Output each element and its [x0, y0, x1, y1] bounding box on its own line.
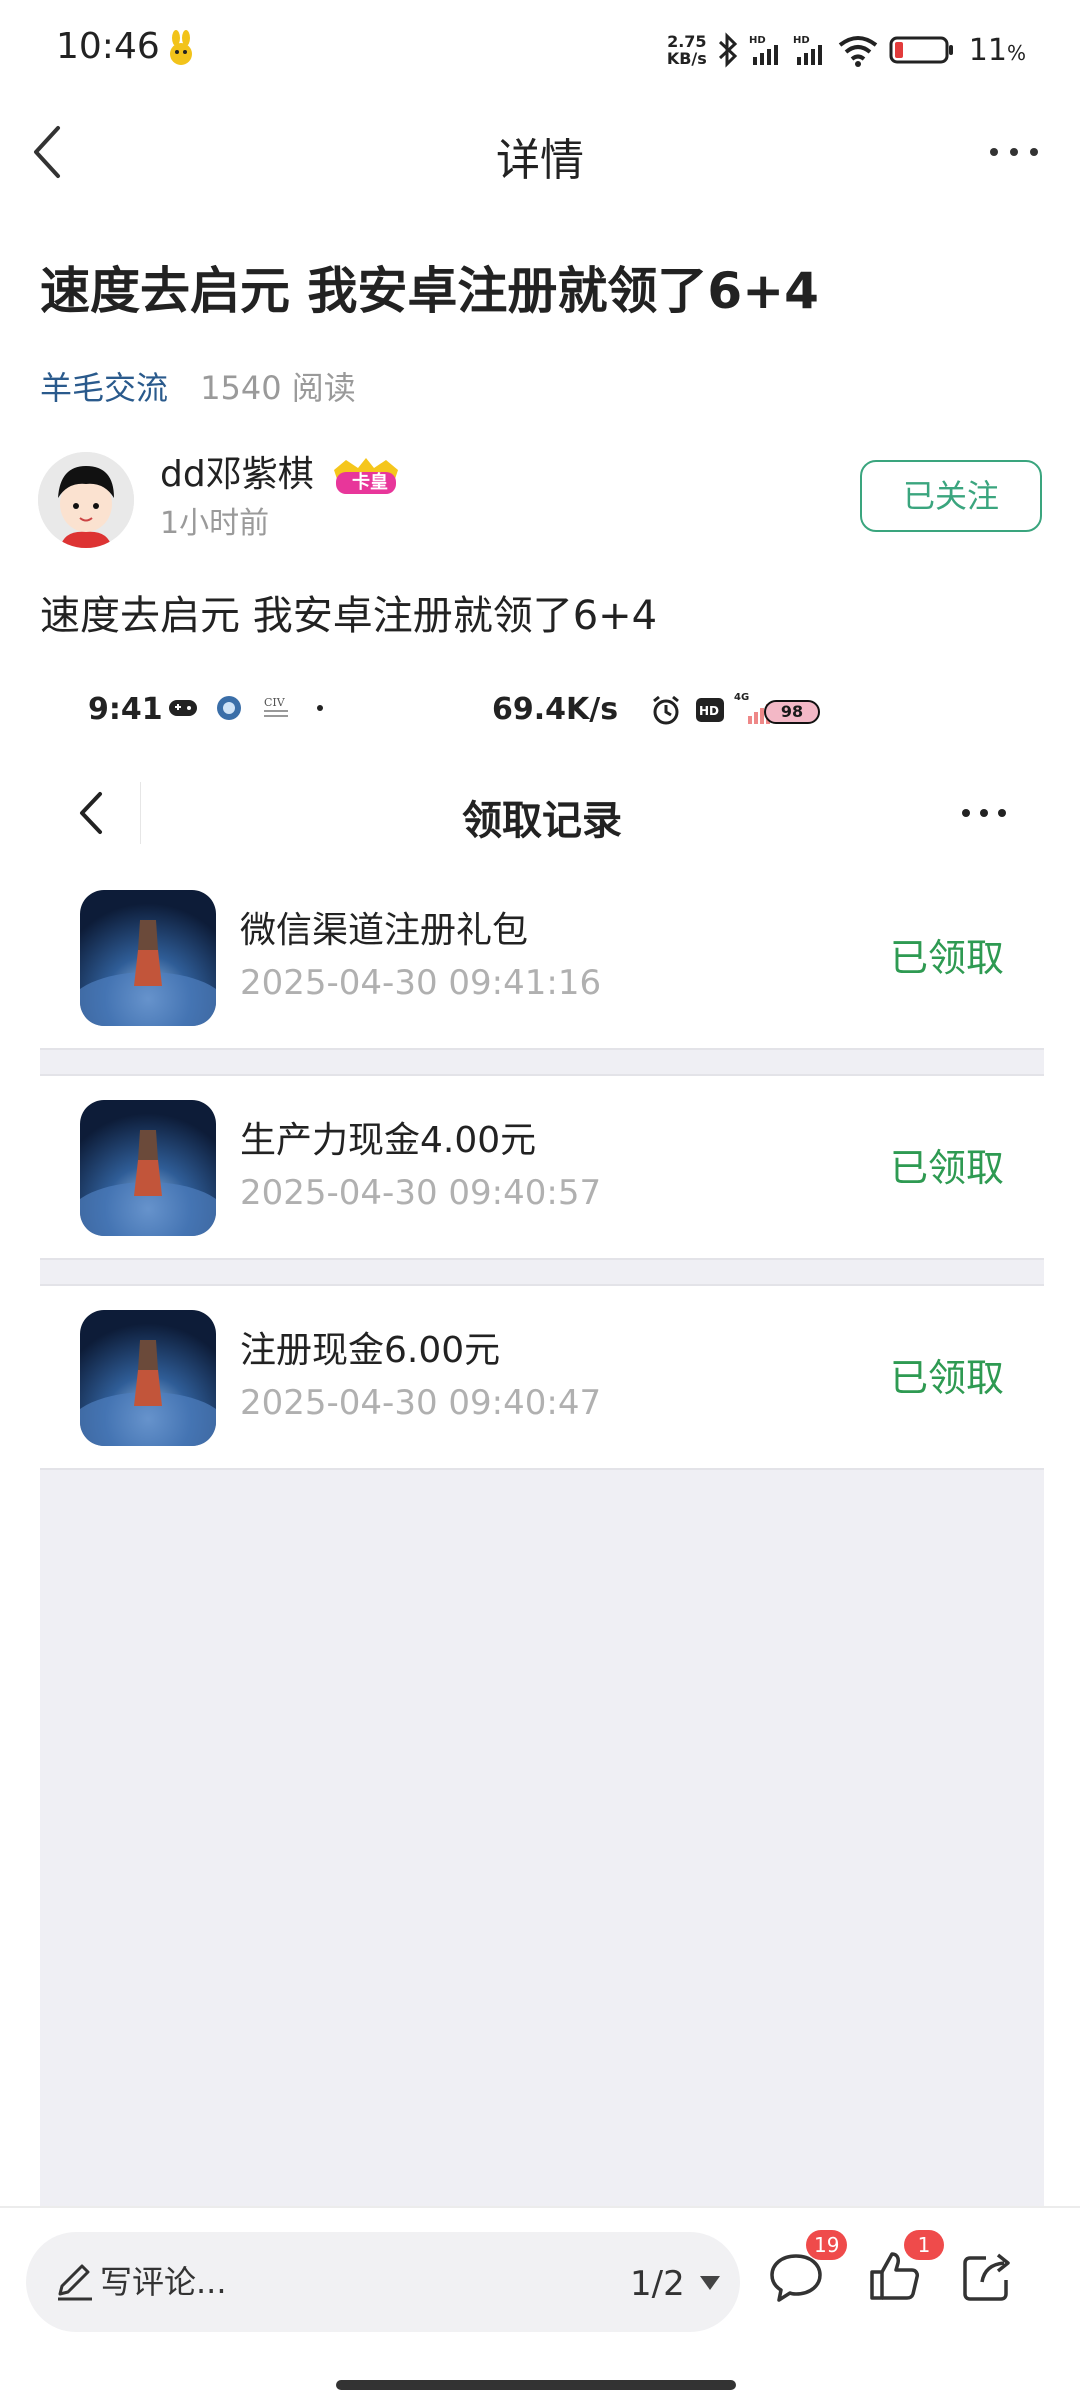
- record-item[interactable]: 生产力现金4.00元 2025-04-30 09:40:57 已领取: [40, 1076, 1044, 1260]
- game-app-icon: [80, 1100, 216, 1236]
- svg-text:CIV: CIV: [264, 696, 286, 709]
- screenshot-status-time: 9:41: [88, 692, 163, 727]
- game-app-icon: [80, 890, 216, 1026]
- follow-button[interactable]: 已关注: [860, 460, 1042, 532]
- read-count: 1540 阅读: [200, 369, 356, 407]
- record-item[interactable]: 微信渠道注册礼包 2025-04-30 09:41:16 已领取: [40, 866, 1044, 1050]
- gamepad-icon: [169, 700, 197, 716]
- record-list: 微信渠道注册礼包 2025-04-30 09:41:16 已领取 生产力现金4.…: [40, 866, 1044, 1470]
- svg-text:HD: HD: [699, 704, 719, 718]
- alarm-icon: [653, 695, 679, 725]
- record-date: 2025-04-30 09:41:16: [240, 963, 602, 1003]
- nav-bar: 详情: [0, 100, 1080, 206]
- record-title: 微信渠道注册礼包: [240, 910, 529, 951]
- record-status: 已领取: [889, 1356, 1004, 1400]
- post-meta: 羊毛交流 1540 阅读: [40, 362, 356, 414]
- battery-icon: [889, 36, 953, 64]
- screenshot-more-icon[interactable]: [954, 788, 1014, 838]
- home-indicator[interactable]: [336, 2380, 736, 2390]
- post-body: 速度去启元 我安卓注册就领了6+4: [40, 593, 658, 639]
- post-time: 1小时前: [160, 506, 270, 541]
- like-count-badge: 1: [904, 2230, 944, 2260]
- civ-app-icon: CIV: [264, 696, 288, 717]
- status-icons: 2.75 KB/s HD HD 11%: [667, 22, 1026, 78]
- page-indicator[interactable]: 1/2: [630, 2258, 685, 2310]
- comment-count-badge: 19: [806, 2230, 848, 2260]
- svg-text:4G: 4G: [734, 692, 749, 703]
- wifi-icon: [838, 36, 878, 67]
- pencil-icon: [58, 2264, 92, 2301]
- screenshot-nav-bar: 领取记录: [40, 760, 1044, 866]
- more-icon[interactable]: [984, 124, 1044, 180]
- bunny-notification-icon: [170, 30, 192, 65]
- bottom-bar: 写评论... 1/2 19 1: [0, 2206, 1080, 2400]
- network-speed-unit: KB/s: [666, 49, 707, 68]
- author-name[interactable]: dd邓紫棋: [160, 450, 314, 500]
- record-title: 生产力现金4.00元: [240, 1120, 537, 1161]
- bluetooth-icon: [718, 32, 737, 68]
- list-divider: [40, 1050, 1044, 1076]
- network-speed-value: 2.75: [667, 32, 707, 51]
- avatar[interactable]: [38, 452, 134, 548]
- battery-percent: 11%: [968, 32, 1026, 68]
- embedded-screenshot[interactable]: 9:41 CIV 69.4K/s HD 4G 98 领取记录 微信渠道注册礼包 …: [40, 660, 1044, 2220]
- game-app-icon: [80, 1310, 216, 1446]
- caret-down-icon[interactable]: [698, 2272, 722, 2294]
- svg-text:HD: HD: [793, 35, 810, 46]
- author-badge-text: 卡皇: [352, 472, 388, 493]
- network-speed: 2.75 KB/s: [667, 33, 707, 67]
- record-status: 已领取: [889, 1146, 1004, 1190]
- category-link[interactable]: 羊毛交流: [40, 369, 168, 407]
- svg-text:HD: HD: [749, 35, 766, 46]
- comment-input[interactable]: 写评论... 1/2: [26, 2232, 740, 2332]
- screenshot-battery: 98: [764, 700, 820, 724]
- status-bar: 10:46 2.75 KB/s HD HD 11%: [0, 0, 1080, 100]
- post-title: 速度去启元 我安卓注册就领了6+4: [40, 262, 819, 320]
- screenshot-status-bar: 9:41 CIV 69.4K/s HD 4G 98: [40, 660, 1044, 760]
- dot-icon: [317, 705, 323, 711]
- record-date: 2025-04-30 09:40:47: [240, 1383, 602, 1423]
- record-status: 已领取: [889, 936, 1004, 980]
- record-title: 注册现金6.00元: [240, 1330, 501, 1371]
- avatar-image: [38, 452, 134, 548]
- app-notification-icon: [217, 696, 241, 720]
- signal-icon-2: HD: [793, 35, 822, 65]
- screenshot-title: 领取记录: [462, 798, 622, 844]
- signal-icon: HD: [749, 35, 778, 65]
- hd-icon: HD: [696, 698, 724, 722]
- page-title: 详情: [496, 135, 584, 186]
- record-date: 2025-04-30 09:40:57: [240, 1173, 602, 1213]
- list-divider: [40, 1260, 1044, 1286]
- comment-placeholder: 写评论...: [100, 2263, 227, 2301]
- share-icon[interactable]: [960, 2248, 1016, 2304]
- status-time: 10:46: [56, 26, 160, 67]
- record-item[interactable]: 注册现金6.00元 2025-04-30 09:40:47 已领取: [40, 1286, 1044, 1470]
- author-row: dd邓紫棋 卡皇 1小时前 已关注: [38, 450, 1042, 550]
- screenshot-status-speed: 69.4K/s: [492, 692, 619, 727]
